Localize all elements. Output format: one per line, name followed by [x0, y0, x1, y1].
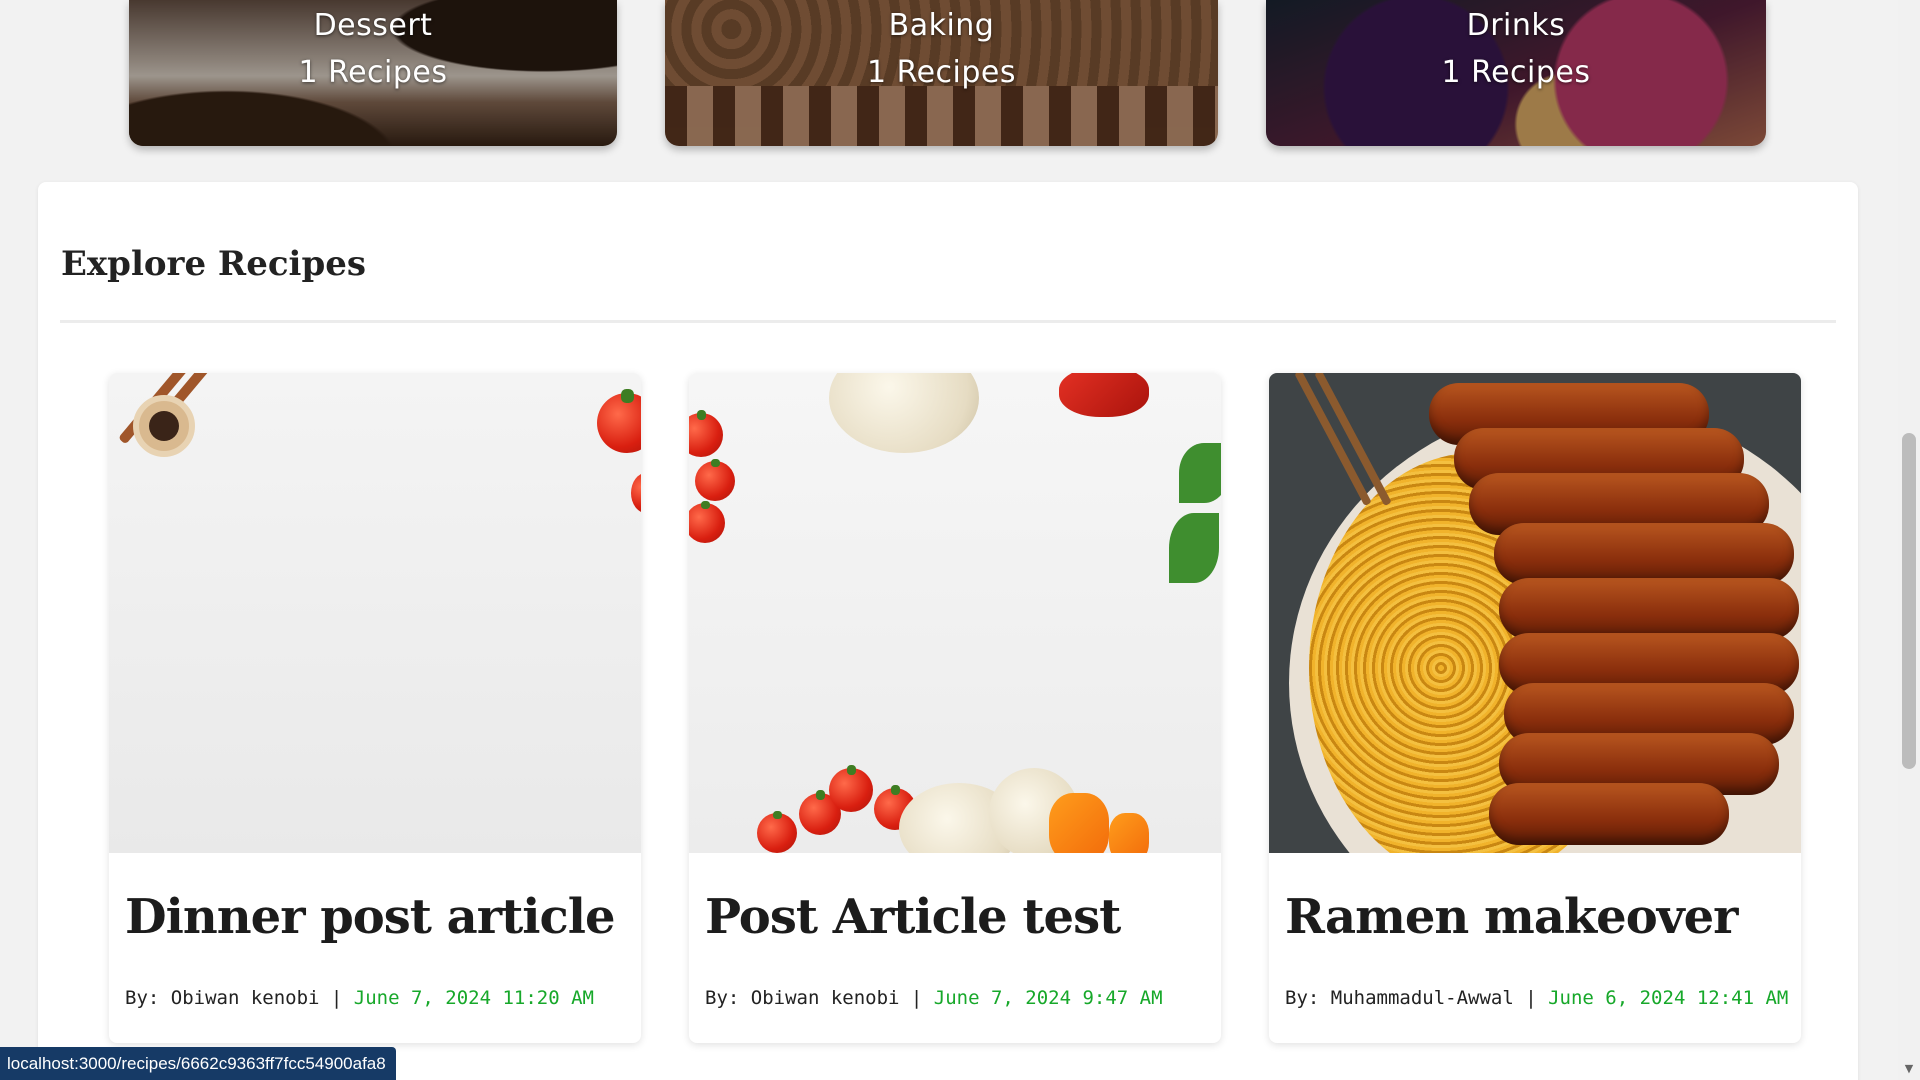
recipe-title[interactable]: Ramen makeover — [1285, 889, 1738, 945]
recipe-title[interactable]: Dinner post article — [125, 889, 615, 945]
recipe-meta: By: Obiwan kenobi | June 7, 2024 11:20 A… — [125, 987, 594, 1009]
page-scrollbar[interactable]: ▼ — [1898, 0, 1920, 1080]
category-name: Drinks — [1466, 8, 1566, 43]
recipe-card[interactable]: Post Article test By: Obiwan kenobi | Ju… — [689, 373, 1221, 1043]
category-name: Baking — [888, 8, 995, 43]
scroll-down-arrow-icon[interactable]: ▼ — [1902, 1062, 1916, 1076]
recipe-card[interactable]: Dinner post article By: Obiwan kenobi | … — [109, 373, 641, 1043]
recipe-author: By: Muhammadul-Awwal | — [1285, 987, 1549, 1009]
recipe-image — [689, 373, 1221, 853]
recipe-author: By: Obiwan kenobi | — [705, 987, 934, 1009]
category-count: 1 Recipes — [1441, 55, 1591, 90]
recipe-card[interactable]: Ramen makeover By: Muhammadul-Awwal | Ju… — [1269, 373, 1801, 1043]
category-card-dessert[interactable]: Dessert 1 Recipes — [129, 0, 617, 146]
category-card-drinks[interactable]: Drinks 1 Recipes — [1266, 0, 1766, 146]
scrollbar-thumb[interactable] — [1902, 433, 1916, 769]
recipe-image — [109, 373, 641, 853]
recipe-date: June 7, 2024 11:20 AM — [353, 987, 594, 1009]
category-card-baking[interactable]: Baking 1 Recipes — [665, 0, 1218, 146]
recipe-title[interactable]: Post Article test — [705, 889, 1121, 945]
divider — [60, 320, 1836, 323]
recipe-date: June 7, 2024 9:47 AM — [933, 987, 1163, 1009]
category-name: Dessert — [313, 8, 433, 43]
recipe-date: June 6, 2024 12:41 AM — [1548, 987, 1789, 1009]
status-bar-url: localhost:3000/recipes/6662c9363ff7fcc54… — [0, 1047, 396, 1080]
section-title: Explore Recipes — [61, 244, 366, 284]
recipe-meta: By: Muhammadul-Awwal | June 6, 2024 12:4… — [1285, 987, 1788, 1009]
category-count: 1 Recipes — [298, 55, 448, 90]
recipe-author: By: Obiwan kenobi | — [125, 987, 354, 1009]
recipe-image — [1269, 373, 1801, 853]
page: Dessert 1 Recipes Baking 1 Recipes Drink… — [0, 0, 1920, 1080]
recipe-meta: By: Obiwan kenobi | June 7, 2024 9:47 AM — [705, 987, 1163, 1009]
category-count: 1 Recipes — [866, 55, 1017, 90]
